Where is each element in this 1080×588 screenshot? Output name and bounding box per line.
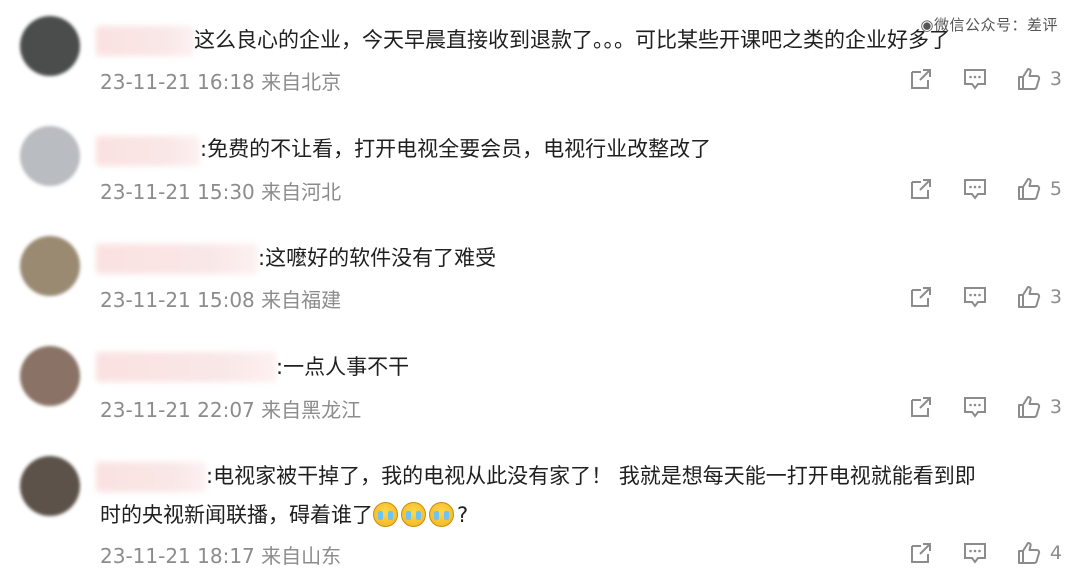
comment-text-end: ? xyxy=(457,503,469,527)
thumbs-up-icon[interactable] xyxy=(1016,66,1042,92)
comment-text: 这么良心的企业，今天早晨直接收到退款了。。。可比某些开课吧之类的企业好多了 xyxy=(194,28,950,52)
avatar[interactable] xyxy=(20,16,80,76)
comment-icon[interactable] xyxy=(962,66,988,92)
thumbs-up-icon[interactable] xyxy=(1016,394,1042,420)
crying-face-icon xyxy=(429,502,454,527)
comment-icon[interactable] xyxy=(962,176,988,202)
comment-text: :电视家被干掉了，我的电视从此没有家了！ 我就是想每天能一打开电视就能看到即 xyxy=(206,464,976,488)
thumbs-up-icon[interactable] xyxy=(1016,284,1042,310)
comment-text-line2: 时的央视新闻联播，碍着谁了 xyxy=(100,503,373,527)
share-icon[interactable] xyxy=(908,394,934,420)
comment-actions: 5 xyxy=(880,174,1062,204)
crying-face-icon xyxy=(373,502,398,527)
username-blurred[interactable] xyxy=(96,26,194,56)
thumbs-up-icon[interactable] xyxy=(1016,540,1042,566)
avatar[interactable] xyxy=(20,456,80,516)
crying-face-icon xyxy=(401,502,426,527)
like-count: 3 xyxy=(1049,68,1062,90)
comment-icon[interactable] xyxy=(962,394,988,420)
username-blurred[interactable] xyxy=(96,244,258,274)
comment-icon[interactable] xyxy=(962,284,988,310)
avatar[interactable] xyxy=(20,346,80,406)
username-blurred[interactable] xyxy=(96,136,200,166)
like-count: 5 xyxy=(1049,178,1062,200)
share-icon[interactable] xyxy=(908,66,934,92)
username-blurred[interactable] xyxy=(96,462,206,492)
share-icon[interactable] xyxy=(908,540,934,566)
comment-meta: 23-11-21 22:07 来自黑龙江 xyxy=(100,398,362,422)
comment-text-continued: 时的央视新闻联播，碍着谁了? xyxy=(100,497,468,533)
comment-actions: 4 xyxy=(880,538,1062,568)
comment-actions: 3 xyxy=(880,392,1062,422)
share-icon[interactable] xyxy=(908,176,934,202)
thumbs-up-icon[interactable] xyxy=(1016,176,1042,202)
avatar[interactable] xyxy=(20,126,80,186)
comment-meta: 23-11-21 16:18 来自北京 xyxy=(100,70,342,94)
comment-actions: 3 xyxy=(880,282,1062,312)
avatar[interactable] xyxy=(20,236,80,296)
username-blurred[interactable] xyxy=(96,352,276,382)
comment-meta: 23-11-21 18:17 来自山东 xyxy=(100,544,342,568)
comment-text: :这嚒好的软件没有了难受 xyxy=(258,246,497,270)
comment-meta: 23-11-21 15:08 来自福建 xyxy=(100,288,342,312)
like-count: 3 xyxy=(1049,286,1062,308)
share-icon[interactable] xyxy=(908,284,934,310)
comment-meta: 23-11-21 15:30 来自河北 xyxy=(100,180,342,204)
comment-icon[interactable] xyxy=(962,540,988,566)
like-count: 4 xyxy=(1049,542,1062,564)
comment-text: :一点人事不干 xyxy=(276,355,410,379)
comment-text: :免费的不让看，打开电视全要会员，电视行业改整改了 xyxy=(200,137,712,161)
comment-actions: 3 xyxy=(880,64,1062,94)
like-count: 3 xyxy=(1049,396,1062,418)
